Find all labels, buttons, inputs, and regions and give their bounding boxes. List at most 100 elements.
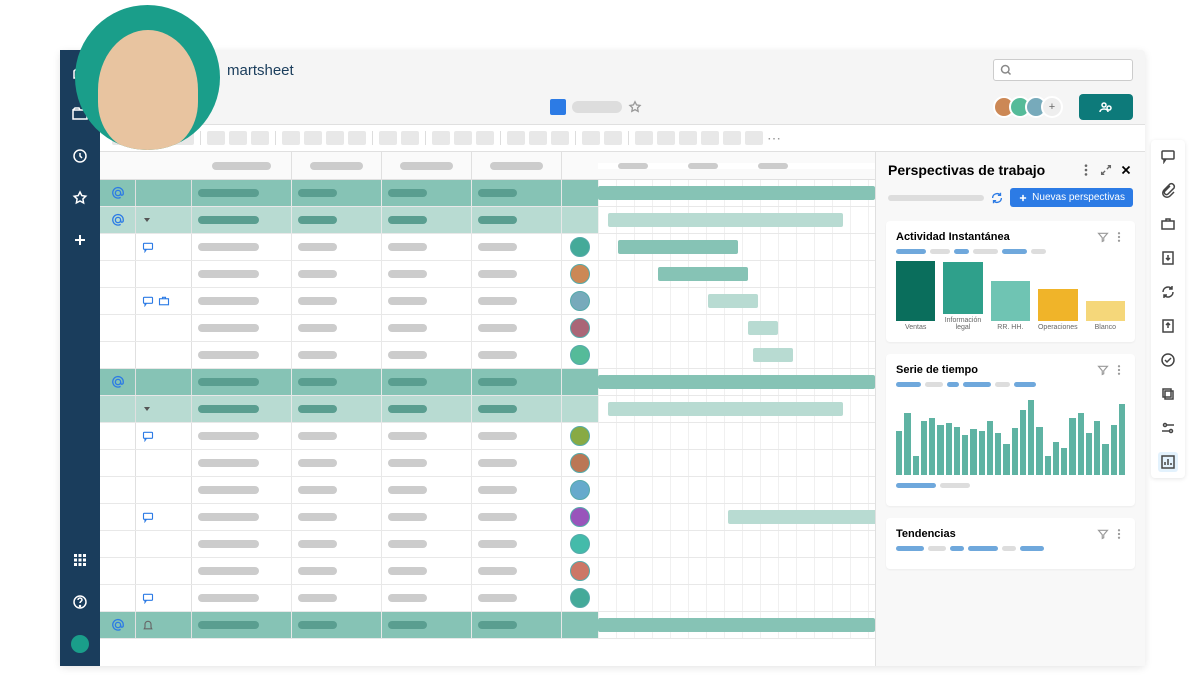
cell[interactable] (292, 585, 382, 611)
cell[interactable] (292, 369, 382, 395)
row-handle[interactable] (100, 207, 136, 233)
table-row[interactable] (100, 477, 875, 504)
cell[interactable] (382, 288, 472, 314)
table-row[interactable] (100, 261, 875, 288)
row-handle[interactable] (100, 369, 136, 395)
assignee-cell[interactable] (562, 504, 598, 530)
cell[interactable] (382, 207, 472, 233)
cell[interactable] (382, 396, 472, 422)
cell[interactable] (192, 423, 292, 449)
toolbar-button[interactable] (635, 131, 653, 145)
table-row[interactable] (100, 288, 875, 315)
cell[interactable] (382, 423, 472, 449)
table-row[interactable] (100, 342, 875, 369)
cell[interactable] (382, 450, 472, 476)
row-handle[interactable] (100, 288, 136, 314)
user-avatar-icon[interactable] (70, 634, 90, 654)
more-icon[interactable] (1079, 163, 1093, 177)
row-handle[interactable] (100, 234, 136, 260)
attachment-icon[interactable] (1158, 180, 1178, 200)
column-header[interactable] (382, 152, 472, 179)
toolbar-button[interactable] (251, 131, 269, 145)
cell[interactable] (192, 288, 292, 314)
row-handle[interactable] (100, 396, 136, 422)
row-handle[interactable] (100, 261, 136, 287)
comment-icon[interactable] (142, 295, 154, 307)
cell[interactable] (192, 531, 292, 557)
row-handle[interactable] (100, 612, 136, 638)
toolbar-button[interactable] (348, 131, 366, 145)
expand-icon[interactable] (142, 404, 152, 414)
more-icon[interactable] (1113, 528, 1125, 540)
table-row[interactable] (100, 207, 875, 234)
toolbar-button[interactable] (604, 131, 622, 145)
assignee-cell[interactable] (562, 585, 598, 611)
cell[interactable] (472, 450, 562, 476)
toolbar-button[interactable] (551, 131, 569, 145)
cell[interactable] (192, 315, 292, 341)
assignee-cell[interactable] (562, 288, 598, 314)
comment-icon[interactable] (142, 241, 154, 253)
help-icon[interactable] (70, 592, 90, 612)
row-handle[interactable] (100, 450, 136, 476)
filter-icon[interactable] (1097, 364, 1109, 376)
cell[interactable] (472, 315, 562, 341)
row-handle[interactable] (100, 531, 136, 557)
toolbar-button[interactable] (304, 131, 322, 145)
cell[interactable] (192, 558, 292, 584)
column-header[interactable] (292, 152, 382, 179)
share-button[interactable] (1079, 94, 1133, 120)
table-row[interactable] (100, 504, 875, 531)
filter-icon[interactable] (1097, 528, 1109, 540)
cell[interactable] (192, 369, 292, 395)
toolbar-button[interactable] (476, 131, 494, 145)
comment-icon[interactable] (142, 592, 154, 604)
refresh-icon[interactable] (990, 191, 1004, 205)
close-icon[interactable] (1119, 163, 1133, 177)
new-insights-button[interactable]: Nuevas perspectivas (1010, 188, 1133, 207)
cell[interactable] (292, 261, 382, 287)
assignee-cell[interactable] (562, 342, 598, 368)
row-handle[interactable] (100, 315, 136, 341)
row-handle[interactable] (100, 342, 136, 368)
toolbar-button[interactable] (282, 131, 300, 145)
cell[interactable] (292, 477, 382, 503)
row-handle[interactable] (100, 558, 136, 584)
table-row[interactable] (100, 531, 875, 558)
cell[interactable] (472, 531, 562, 557)
settings-icon[interactable] (1158, 418, 1178, 438)
assignee-cell[interactable] (562, 477, 598, 503)
cell[interactable] (192, 261, 292, 287)
cell[interactable] (292, 207, 382, 233)
assignee-cell[interactable] (562, 180, 598, 206)
toolbar-button[interactable] (207, 131, 225, 145)
row-handle[interactable] (100, 477, 136, 503)
cell[interactable] (292, 450, 382, 476)
assignee-cell[interactable] (562, 558, 598, 584)
assignee-cell[interactable] (562, 207, 598, 233)
comment-icon[interactable] (142, 430, 154, 442)
cell[interactable] (472, 261, 562, 287)
cell[interactable] (192, 396, 292, 422)
toolbar-button[interactable] (529, 131, 547, 145)
assignee-cell[interactable] (562, 369, 598, 395)
filter-icon[interactable] (1097, 231, 1109, 243)
cell[interactable] (382, 612, 472, 638)
column-header[interactable] (472, 152, 562, 179)
cell[interactable] (292, 396, 382, 422)
toolbar-button[interactable] (401, 131, 419, 145)
gantt-bar[interactable] (753, 348, 793, 362)
toolbar-button[interactable] (582, 131, 600, 145)
chart-icon[interactable] (1158, 452, 1178, 472)
cell[interactable] (472, 504, 562, 530)
assignee-cell[interactable] (562, 261, 598, 287)
favorite-star-icon[interactable] (628, 100, 642, 114)
cell[interactable] (382, 585, 472, 611)
assignee-cell[interactable] (562, 450, 598, 476)
clock-icon[interactable] (70, 146, 90, 166)
toolbar-button[interactable] (432, 131, 450, 145)
assignee-cell[interactable] (562, 315, 598, 341)
activity-icon[interactable] (1158, 350, 1178, 370)
gantt-bar[interactable] (708, 294, 758, 308)
toolbar-button[interactable] (745, 131, 763, 145)
